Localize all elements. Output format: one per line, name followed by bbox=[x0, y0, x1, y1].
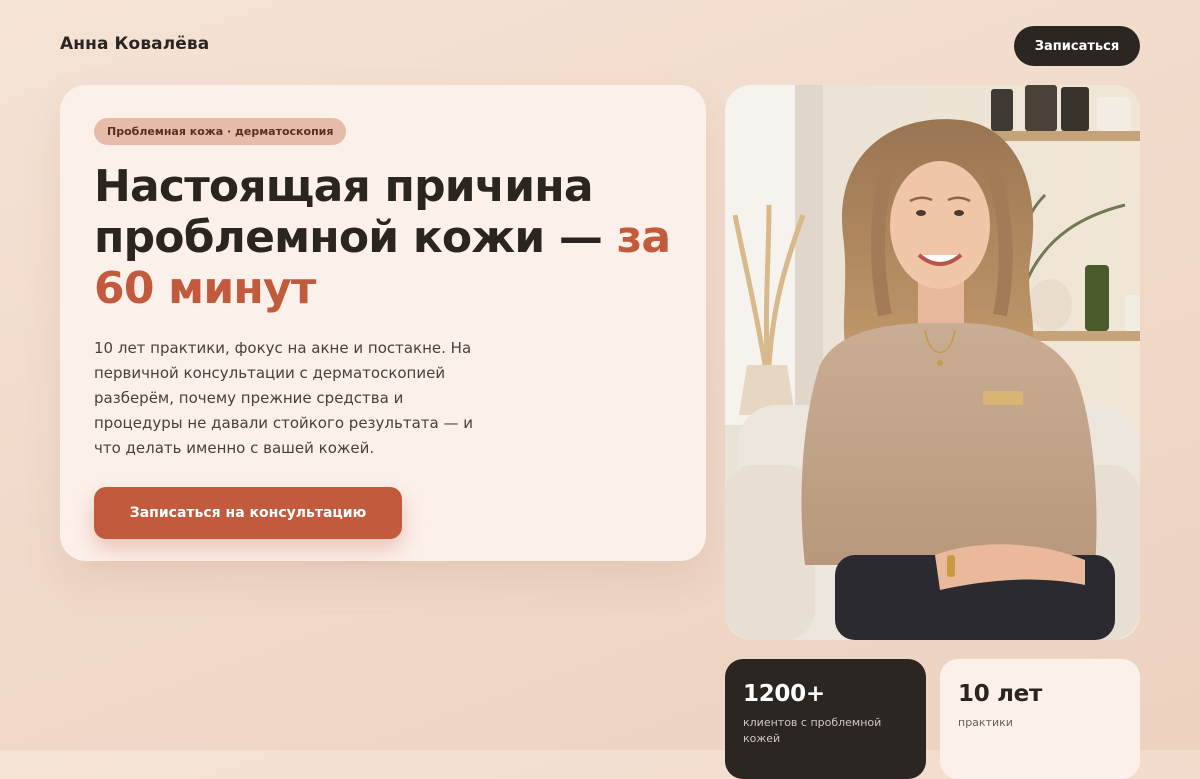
stat-experience: 10 лет практики bbox=[940, 659, 1140, 779]
header-signup-button[interactable]: Записаться bbox=[1014, 26, 1140, 66]
stat-experience-value: 10 лет bbox=[958, 681, 1042, 707]
hero-card: Проблемная кожа · дерматоскопия Настояща… bbox=[60, 85, 706, 561]
book-consultation-button[interactable]: Записаться на консультацию bbox=[94, 487, 402, 539]
hero-tag: Проблемная кожа · дерматоскопия bbox=[94, 118, 347, 145]
headline-main: Настоящая причина проблемной кожи — bbox=[94, 161, 603, 263]
stat-clients: 1200+ клиентов с проблемной кожей bbox=[725, 659, 926, 779]
stat-experience-label: практики bbox=[958, 716, 1013, 729]
stat-clients-label: клиентов с проблемной кожей bbox=[743, 716, 882, 745]
brand-name[interactable]: Анна Ковалёва bbox=[60, 34, 209, 54]
stat-clients-value: 1200+ bbox=[743, 681, 825, 707]
hero-lead: 10 лет практики, фокус на акне и постакн… bbox=[94, 339, 473, 457]
specialist-photo bbox=[725, 85, 1140, 640]
hero-headline: Настоящая причина проблемной кожи — за 6… bbox=[94, 161, 694, 314]
